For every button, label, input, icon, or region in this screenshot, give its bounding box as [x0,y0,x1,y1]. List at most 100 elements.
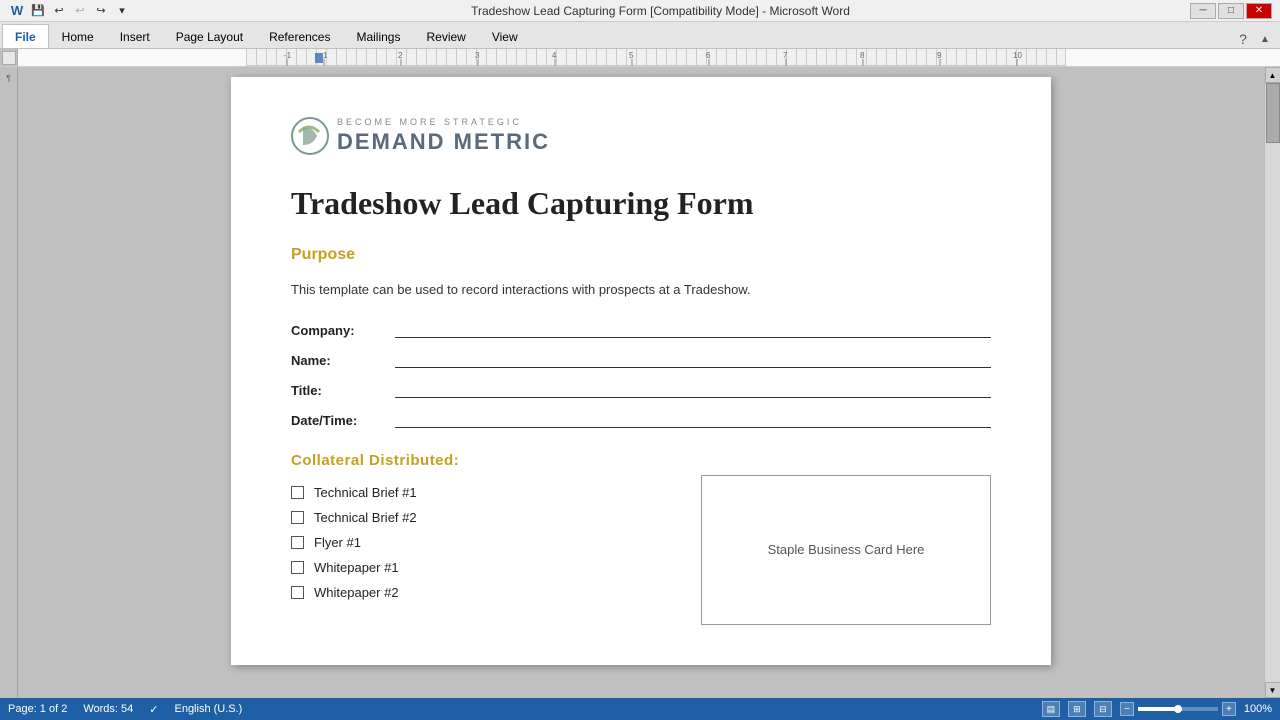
logo-name: Demand Metric [337,129,550,155]
tab-file[interactable]: File [2,24,49,48]
paragraph-mark[interactable]: ¶ [2,71,16,85]
ribbon-minimize-icon[interactable]: ▲ [1256,30,1274,48]
logo-container: Become More Strategic Demand Metric [291,117,991,155]
datetime-row: Date/Time: [291,410,991,428]
purpose-heading: Purpose [291,246,991,264]
zoom-out-button[interactable]: − [1120,702,1134,716]
logo-icon [291,117,329,155]
help-icon[interactable]: ? [1234,30,1252,48]
company-row: Company: [291,320,991,338]
svg-text:1: 1 [323,51,328,60]
left-sidebar: ¶ [0,67,18,698]
window-title: Tradeshow Lead Capturing Form [Compatibi… [131,4,1190,18]
status-bar: Page: 1 of 2 Words: 54 ✓ English (U.S.) … [0,698,1280,720]
checkbox-flyer-1[interactable] [291,536,304,549]
zoom-control: − + 100% [1120,702,1272,716]
item-label: Whitepaper #1 [314,560,399,575]
scroll-down-button[interactable]: ▼ [1265,682,1280,698]
collateral-list: Technical Brief #1 Technical Brief #2 Fl… [291,485,681,625]
spelling-icon: ✓ [149,703,158,716]
list-item: Whitepaper #2 [291,585,681,600]
undo-gray-button: ↩ [71,2,89,20]
minimize-button[interactable]: ─ [1190,3,1216,19]
close-button[interactable]: ✕ [1246,3,1272,19]
svg-text:-1: -1 [284,51,292,60]
scroll-track[interactable] [1265,83,1280,682]
tab-view[interactable]: View [479,24,531,48]
tab-page-layout[interactable]: Page Layout [163,24,256,48]
document-area[interactable]: Become More Strategic Demand Metric Trad… [18,67,1264,698]
scroll-up-button[interactable]: ▲ [1265,67,1280,83]
language: English (U.S.) [174,703,242,715]
list-item: Whitepaper #1 [291,560,681,575]
name-row: Name: [291,350,991,368]
main-area: ¶ Become More Strategic Demand Metric [0,67,1280,698]
tab-references[interactable]: References [256,24,343,48]
logo-tagline: Become More Strategic [337,117,550,127]
window-controls: ─ □ ✕ [1190,3,1272,19]
logo-area: Become More Strategic Demand Metric [291,117,991,155]
company-field[interactable] [395,320,991,338]
undo-button[interactable]: ↩ [50,2,68,20]
list-item: Flyer #1 [291,535,681,550]
name-field[interactable] [395,350,991,368]
print-layout-button[interactable]: ▤ [1042,701,1060,717]
scroll-thumb[interactable] [1266,83,1280,143]
ruler: -1 1 2 3 4 5 6 7 8 9 10 [0,49,1280,67]
svg-text:8: 8 [860,51,865,60]
collateral-heading: Collateral Distributed: [291,452,991,469]
svg-text:7: 7 [783,51,788,60]
tab-home[interactable]: Home [49,24,107,48]
svg-text:2: 2 [398,51,403,60]
checkbox-whitepaper-1[interactable] [291,561,304,574]
svg-text:4: 4 [552,51,557,60]
business-card-box: Staple Business Card Here [701,475,991,625]
datetime-label: Date/Time: [291,413,391,428]
page: Become More Strategic Demand Metric Trad… [231,77,1051,665]
save-button[interactable]: 💾 [29,2,47,20]
ribbon-tabs: File Home Insert Page Layout References … [0,22,1280,48]
item-label: Flyer #1 [314,535,361,550]
collateral-area: Technical Brief #1 Technical Brief #2 Fl… [291,485,991,625]
logo-text-area: Become More Strategic Demand Metric [337,117,550,155]
svg-text:10: 10 [1013,51,1022,60]
list-item: Technical Brief #2 [291,510,681,525]
item-label: Whitepaper #2 [314,585,399,600]
ruler-content: -1 1 2 3 4 5 6 7 8 9 10 [246,49,1066,66]
business-card-label: Staple Business Card Here [768,542,925,557]
tab-insert[interactable]: Insert [107,24,163,48]
tab-mailings[interactable]: Mailings [343,24,413,48]
page-info: Page: 1 of 2 [8,703,67,715]
web-layout-button[interactable]: ⊟ [1094,701,1112,717]
title-bar-left: W 💾 ↩ ↩ ↪ ▾ [8,2,131,20]
word-count: Words: 54 [83,703,133,715]
zoom-in-button[interactable]: + [1222,702,1236,716]
datetime-field[interactable] [395,410,991,428]
document-title: Tradeshow Lead Capturing Form [291,185,991,222]
tab-review[interactable]: Review [413,24,478,48]
svg-text:9: 9 [937,51,942,60]
zoom-level: 100% [1244,703,1272,715]
form-fields: Company: Name: Title: Date/Time: [291,320,991,428]
title-field[interactable] [395,380,991,398]
scrollbar: ▲ ▼ [1264,67,1280,698]
word-icon: W [8,2,26,20]
checkbox-whitepaper-2[interactable] [291,586,304,599]
company-label: Company: [291,323,391,338]
status-bar-right: ▤ ⊞ ⊟ − + 100% [1042,701,1272,717]
zoom-slider[interactable] [1138,707,1218,711]
quick-access-dropdown[interactable]: ▾ [113,2,131,20]
checkbox-technical-brief-1[interactable] [291,486,304,499]
svg-text:3: 3 [475,51,480,60]
list-item: Technical Brief #1 [291,485,681,500]
title-bar: W 💾 ↩ ↩ ↪ ▾ Tradeshow Lead Capturing For… [0,0,1280,22]
redo-button[interactable]: ↪ [92,2,110,20]
maximize-button[interactable]: □ [1218,3,1244,19]
ribbon: File Home Insert Page Layout References … [0,22,1280,49]
full-screen-button[interactable]: ⊞ [1068,701,1086,717]
ruler-corner[interactable] [2,51,16,65]
checkbox-technical-brief-2[interactable] [291,511,304,524]
purpose-text: This template can be used to record inte… [291,280,991,300]
svg-text:5: 5 [629,51,634,60]
quick-access-toolbar: W 💾 ↩ ↩ ↪ ▾ [8,2,131,20]
